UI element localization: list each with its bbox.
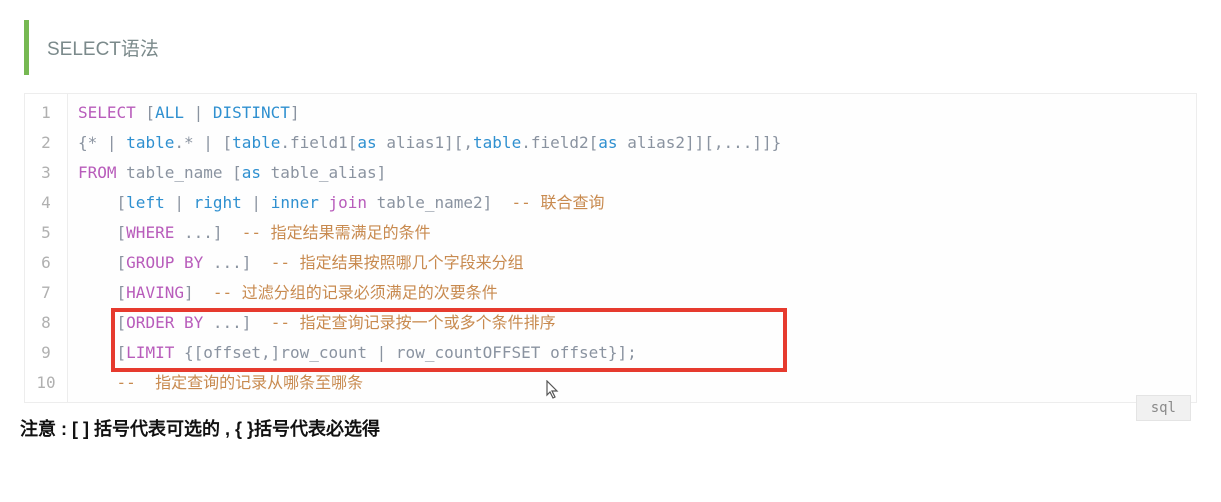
code-line: SELECT [ALL | DISTINCT] bbox=[78, 98, 781, 128]
code-line: [HAVING] -- 过滤分组的记录必须满足的次要条件 bbox=[78, 278, 781, 308]
line-gutter: 1 2 3 4 5 6 7 8 9 10 bbox=[25, 94, 68, 402]
code-line: FROM table_name [as table_alias] bbox=[78, 158, 781, 188]
heading-text: SELECT语法 bbox=[47, 39, 159, 60]
line-number: 4 bbox=[25, 188, 67, 218]
line-number: 6 bbox=[25, 248, 67, 278]
code-line: [ORDER BY ...] -- 指定查询记录按一个或多个条件排序 bbox=[78, 308, 781, 338]
footer-note-text: 注意 : [ ] 括号代表可选的 , { }括号代表必选得 bbox=[20, 419, 380, 439]
language-badge: sql bbox=[1136, 395, 1191, 421]
language-badge-text: sql bbox=[1151, 400, 1176, 416]
line-number: 1 bbox=[25, 98, 67, 128]
code-line: [GROUP BY ...] -- 指定结果按照哪几个字段来分组 bbox=[78, 248, 781, 278]
line-number: 10 bbox=[25, 368, 67, 398]
line-number: 3 bbox=[25, 158, 67, 188]
code-line: {* | table.* | [table.field1[as alias1][… bbox=[78, 128, 781, 158]
line-number: 7 bbox=[25, 278, 67, 308]
code-line: -- 指定查询的记录从哪条至哪条 bbox=[78, 368, 781, 398]
line-number: 8 bbox=[25, 308, 67, 338]
code-block: 1 2 3 4 5 6 7 8 9 10 SELECT [ALL | DISTI… bbox=[24, 93, 1197, 403]
line-number: 5 bbox=[25, 218, 67, 248]
code-line: [left | right | inner join table_name2] … bbox=[78, 188, 781, 218]
code-line: [WHERE ...] -- 指定结果需满足的条件 bbox=[78, 218, 781, 248]
code-line: [LIMIT {[offset,]row_count | row_countOF… bbox=[78, 338, 781, 368]
section-heading: SELECT语法 bbox=[24, 20, 1197, 75]
line-number: 2 bbox=[25, 128, 67, 158]
line-number: 9 bbox=[25, 338, 67, 368]
code-lines: SELECT [ALL | DISTINCT] {* | table.* | [… bbox=[68, 94, 791, 402]
footer-note: 注意 : [ ] 括号代表可选的 , { }括号代表必选得 bbox=[20, 415, 1201, 441]
